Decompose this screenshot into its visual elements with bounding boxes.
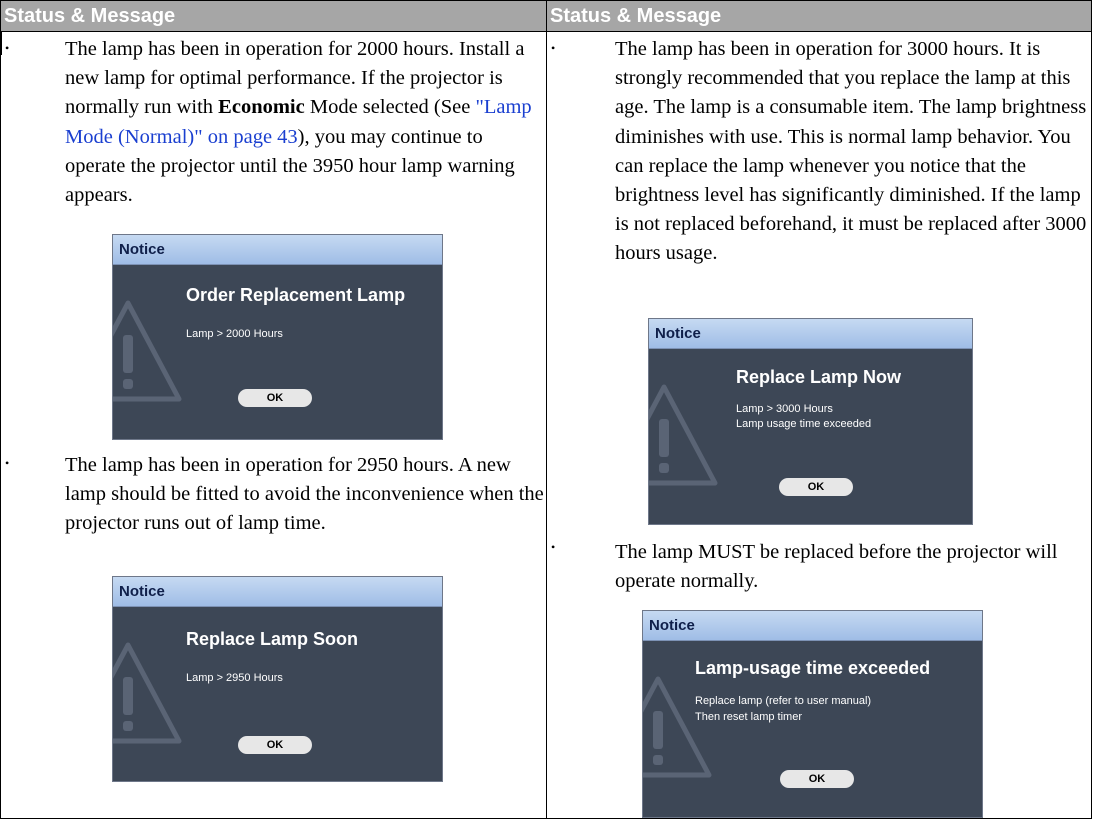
notice-title: Notice xyxy=(649,319,972,349)
notice-heading: Order Replacement Lamp xyxy=(186,285,406,305)
right-column: Status & Message • The lamp has been in … xyxy=(546,1,1091,818)
notice-line: Replace lamp (refer to user manual) xyxy=(695,695,872,707)
notice-dialog-usage-exceeded: Notice Lamp-usage time exceeded Replace … xyxy=(642,610,983,818)
warning-triangle-icon xyxy=(649,384,718,486)
notice-heading: Replace Lamp Now xyxy=(736,367,902,387)
notice-dialog-replace-now: Notice Replace Lamp Now Lamp > 3000 Hour… xyxy=(648,318,973,525)
bullet-bar xyxy=(546,32,547,55)
bullet-bar xyxy=(1,32,2,55)
notice-dialog-order-replacement: Notice Order Replacement Lamp Lamp > 200… xyxy=(112,234,443,440)
notice-dialog-replace-soon: Notice Replace Lamp Soon Lamp > 2950 Hou… xyxy=(112,576,443,782)
notice-line: Then reset lamp timer xyxy=(695,711,802,723)
right-paragraph-1: The lamp has been in operation for 3000 … xyxy=(615,38,1087,265)
warning-triangle-icon xyxy=(113,300,182,402)
warning-triangle-icon xyxy=(643,676,712,778)
left-paragraph-1: The lamp has been in operation for 2000 … xyxy=(65,38,532,207)
notice-heading: Replace Lamp Soon xyxy=(186,629,359,649)
notice-title: Notice xyxy=(113,235,442,265)
notice-line: Lamp > 3000 Hours xyxy=(736,403,833,415)
right-paragraph-2: The lamp MUST be replaced before the pro… xyxy=(615,541,1058,593)
notice-heading: Lamp-usage time exceeded xyxy=(695,658,931,678)
warning-triangle-icon xyxy=(113,642,182,744)
economic-bold: Economic xyxy=(218,96,305,119)
left-paragraph-2: The lamp has been in operation for 2950 … xyxy=(65,454,544,535)
bullet-bar xyxy=(546,525,547,579)
notice-line: Lamp > 2000 Hours xyxy=(186,328,283,340)
ok-button[interactable]: OK xyxy=(780,770,854,788)
ok-button[interactable]: OK xyxy=(779,478,853,496)
column-header-right: Status & Message xyxy=(547,1,1091,32)
status-message-table: Status & Message • The lamp has been in … xyxy=(0,0,1092,819)
notice-line: Lamp > 2950 Hours xyxy=(186,672,283,684)
notice-title: Notice xyxy=(643,611,982,641)
ok-button[interactable]: OK xyxy=(238,736,312,754)
left-column: Status & Message • The lamp has been in … xyxy=(1,1,547,818)
notice-title: Notice xyxy=(113,577,442,607)
notice-line: Lamp usage time exceeded xyxy=(736,418,872,430)
column-header-left: Status & Message xyxy=(1,1,546,32)
ok-button[interactable]: OK xyxy=(238,389,312,407)
